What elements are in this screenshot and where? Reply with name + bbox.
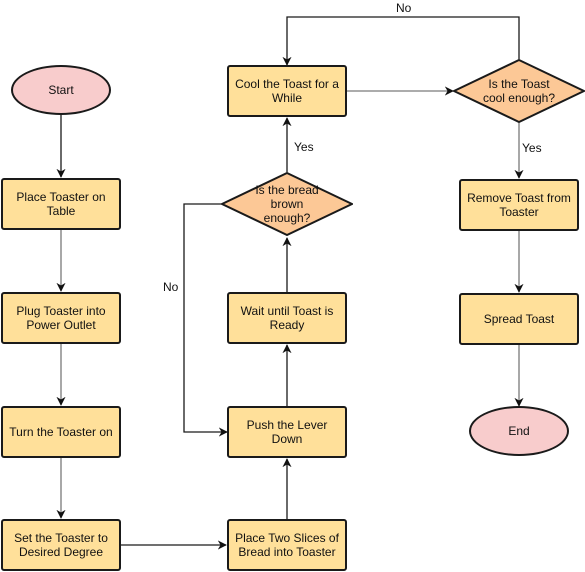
edge-label-brown-yes: Yes	[294, 140, 314, 154]
decision-label: Is the bread brown enough?	[255, 183, 319, 225]
node-label: Cool the Toast for a While	[235, 77, 339, 105]
node-spread-toast[interactable]: Spread Toast	[459, 293, 579, 345]
node-place-toaster[interactable]: Place Toaster on Table	[1, 178, 121, 230]
node-place-slices[interactable]: Place Two Slices of Bread into Toaster	[227, 519, 347, 571]
node-label: Wait until Toast is Ready	[240, 304, 334, 332]
node-label: Remove Toast from Toaster	[467, 191, 571, 219]
node-label: Place Two Slices of Bread into Toaster	[235, 531, 339, 559]
node-label: Set the Toaster to Desired Degree	[14, 531, 108, 559]
decision-is-cool[interactable]: Is the Toast cool enough?	[453, 59, 585, 123]
node-set-degree[interactable]: Set the Toaster to Desired Degree	[1, 519, 121, 571]
node-remove-toast[interactable]: Remove Toast from Toaster	[459, 179, 579, 231]
start-label: Start	[48, 83, 74, 97]
node-cool-toast[interactable]: Cool the Toast for a While	[227, 65, 347, 117]
node-label: Place Toaster on Table	[16, 190, 106, 218]
node-push-lever[interactable]: Push the Lever Down	[227, 406, 347, 458]
node-label: Turn the Toaster on	[9, 425, 113, 439]
edge-label-cool-yes: Yes	[522, 141, 542, 155]
decision-is-brown[interactable]: Is the bread brown enough?	[221, 172, 353, 236]
decision-label: Is the Toast cool enough?	[482, 77, 556, 105]
edge-iscool-no-to-cool	[282, 16, 520, 66]
node-plug-toaster[interactable]: Plug Toaster into Power Outlet	[1, 292, 121, 344]
end-terminal[interactable]: End	[469, 406, 569, 456]
start-terminal[interactable]: Start	[11, 65, 111, 115]
node-wait-ready[interactable]: Wait until Toast is Ready	[227, 292, 347, 344]
end-label: End	[508, 424, 530, 438]
node-label: Push the Lever Down	[246, 418, 328, 446]
edge-label-cool-no: No	[396, 1, 412, 15]
node-turn-on[interactable]: Turn the Toaster on	[1, 406, 121, 458]
node-label: Plug Toaster into Power Outlet	[16, 304, 106, 332]
edge-label-brown-no: No	[163, 280, 179, 294]
node-label: Spread Toast	[483, 312, 555, 326]
edge-brown-no-to-push	[183, 203, 228, 437]
